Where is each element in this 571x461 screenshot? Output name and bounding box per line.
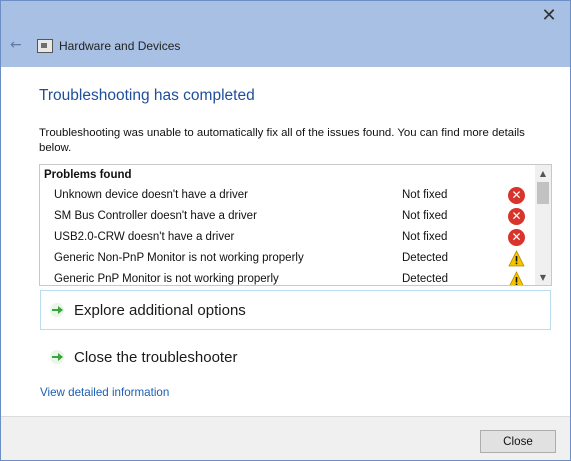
hardware-devices-icon bbox=[37, 39, 53, 53]
problems-scrollbar[interactable]: ▲ ▼ bbox=[535, 165, 551, 285]
problem-row[interactable]: Generic PnP Monitor is not working prope… bbox=[40, 270, 534, 285]
problem-status: Not fixed bbox=[402, 210, 448, 222]
green-arrow-icon bbox=[49, 302, 65, 318]
problem-name: USB2.0-CRW doesn't have a driver bbox=[54, 231, 235, 243]
green-arrow-icon bbox=[49, 349, 65, 365]
close-icon[interactable]: ✕ bbox=[534, 3, 564, 27]
problem-row[interactable]: Unknown device doesn't have a driver Not… bbox=[40, 186, 534, 207]
page-heading: Troubleshooting has completed bbox=[39, 87, 255, 104]
problems-list[interactable]: Problems found Unknown device doesn't ha… bbox=[39, 164, 552, 286]
error-icon: ✕ bbox=[508, 208, 525, 225]
view-details-link[interactable]: View detailed information bbox=[40, 386, 169, 399]
close-troubleshooter-button[interactable]: Close the troubleshooter bbox=[40, 337, 551, 377]
window-title: Hardware and Devices bbox=[59, 39, 181, 53]
scroll-down-icon[interactable]: ▼ bbox=[535, 269, 551, 285]
back-arrow-icon[interactable]: ← bbox=[10, 37, 22, 53]
error-icon: ✕ bbox=[508, 187, 525, 204]
problems-header: Problems found bbox=[44, 169, 132, 181]
problem-status: Not fixed bbox=[402, 231, 448, 243]
scroll-thumb[interactable] bbox=[537, 182, 549, 204]
problem-status: Detected bbox=[402, 273, 449, 285]
scroll-up-icon[interactable]: ▲ bbox=[535, 165, 551, 181]
problem-row[interactable]: USB2.0-CRW doesn't have a driver Not fix… bbox=[40, 228, 534, 249]
explore-options-button[interactable]: Explore additional options bbox=[40, 290, 551, 330]
description-text: Troubleshooting was unable to automatica… bbox=[39, 127, 525, 154]
problem-status: Not fixed bbox=[402, 189, 448, 201]
explore-options-label: Explore additional options bbox=[74, 301, 246, 319]
close-troubleshooter-label: Close the troubleshooter bbox=[74, 348, 238, 366]
problem-row[interactable]: SM Bus Controller doesn't have a driver … bbox=[40, 207, 534, 228]
problem-name: Generic PnP Monitor is not working prope… bbox=[54, 273, 279, 285]
problem-row[interactable]: Generic Non-PnP Monitor is not working p… bbox=[40, 249, 534, 270]
problem-name: SM Bus Controller doesn't have a driver bbox=[54, 210, 257, 222]
problem-name: Unknown device doesn't have a driver bbox=[54, 189, 248, 201]
close-button[interactable]: Close bbox=[480, 430, 556, 453]
footer-bar: Close bbox=[1, 416, 570, 460]
title-bar: ✕ ← Hardware and Devices bbox=[1, 1, 570, 67]
troubleshooter-window: ✕ ← Hardware and Devices Troubleshooting… bbox=[0, 0, 571, 461]
error-icon: ✕ bbox=[508, 229, 525, 246]
problem-name: Generic Non-PnP Monitor is not working p… bbox=[54, 252, 304, 264]
warning-icon bbox=[508, 250, 525, 267]
warning-icon bbox=[508, 271, 525, 285]
problem-status: Detected bbox=[402, 252, 449, 264]
